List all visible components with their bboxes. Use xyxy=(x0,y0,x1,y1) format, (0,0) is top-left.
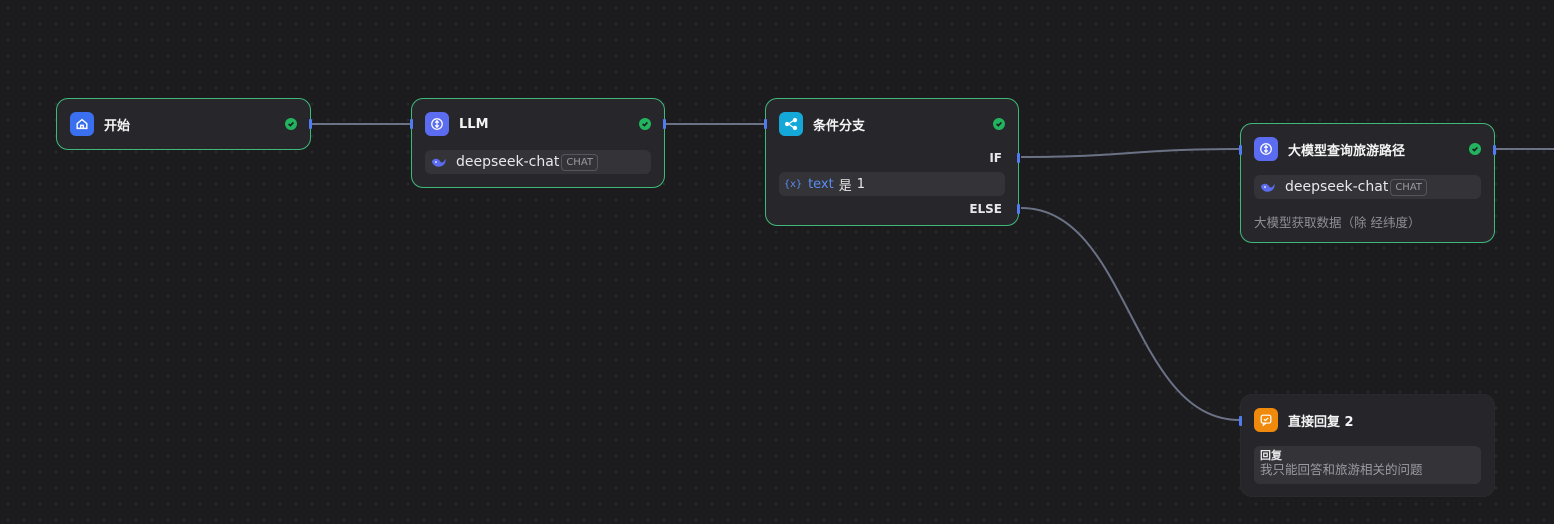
variable-icon: {x} xyxy=(784,178,803,190)
condition-row[interactable]: {x} text 是 1 xyxy=(779,172,1005,196)
input-handle[interactable] xyxy=(410,119,413,129)
input-handle[interactable] xyxy=(1239,145,1242,155)
model-name: deepseek-chat xyxy=(1285,179,1389,195)
model-selector[interactable]: deepseek-chat CHAT xyxy=(425,150,651,174)
else-branch-label: ELSE xyxy=(969,202,1002,216)
reply-content-box[interactable]: 回复 我只能回答和旅游相关的问题 xyxy=(1254,446,1481,484)
input-handle[interactable] xyxy=(1239,416,1242,426)
if-output-handle[interactable] xyxy=(1017,153,1020,163)
output-handle[interactable] xyxy=(1493,145,1496,155)
model-mode-badge: CHAT xyxy=(1390,178,1428,196)
answer-node[interactable]: 直接回复 2 回复 我只能回答和旅游相关的问题 xyxy=(1239,394,1495,497)
edge-if-to-route-llm[interactable] xyxy=(1020,148,1241,158)
reply-icon xyxy=(1254,408,1278,432)
success-check-icon xyxy=(1469,143,1481,155)
model-name: deepseek-chat xyxy=(456,154,560,170)
edge-else-to-answer[interactable] xyxy=(1020,207,1241,421)
route-llm-node[interactable]: 大模型查询旅游路径 deepseek-chat CHAT 大模型获取数据（除 经… xyxy=(1239,123,1496,243)
node-title: 条件分支 xyxy=(813,118,866,134)
llm-node[interactable]: LLM deepseek-chat CHAT xyxy=(410,98,666,188)
else-output-handle[interactable] xyxy=(1017,204,1020,214)
condition-value: 1 xyxy=(856,176,866,192)
home-icon xyxy=(70,112,94,136)
output-handle[interactable] xyxy=(663,119,666,129)
condition-operator: 是 xyxy=(838,178,852,194)
node-title: 开始 xyxy=(104,118,131,134)
llm-icon xyxy=(425,112,449,136)
node-title: 直接回复 2 xyxy=(1288,414,1354,430)
start-node[interactable]: 开始 xyxy=(56,98,312,150)
node-title: 大模型查询旅游路径 xyxy=(1288,143,1406,159)
condition-node[interactable]: 条件分支 IF {x} text 是 1 ELSE xyxy=(764,98,1020,226)
model-mode-badge: CHAT xyxy=(561,153,599,171)
success-check-icon xyxy=(639,118,651,130)
condition-variable: text xyxy=(808,176,834,192)
node-title: LLM xyxy=(459,116,489,132)
success-check-icon xyxy=(993,118,1005,130)
whale-icon xyxy=(1260,180,1276,194)
node-description: 大模型获取数据（除 经纬度） xyxy=(1254,215,1421,230)
input-handle[interactable] xyxy=(764,119,767,129)
reply-text: 我只能回答和旅游相关的问题 xyxy=(1260,462,1423,477)
reply-label: 回复 xyxy=(1260,449,1282,462)
if-branch-label: IF xyxy=(989,151,1002,165)
llm-icon xyxy=(1254,137,1278,161)
whale-icon xyxy=(431,155,447,169)
success-check-icon xyxy=(285,118,297,130)
output-handle[interactable] xyxy=(309,119,312,129)
model-selector[interactable]: deepseek-chat CHAT xyxy=(1254,175,1481,199)
branch-icon xyxy=(779,112,803,136)
